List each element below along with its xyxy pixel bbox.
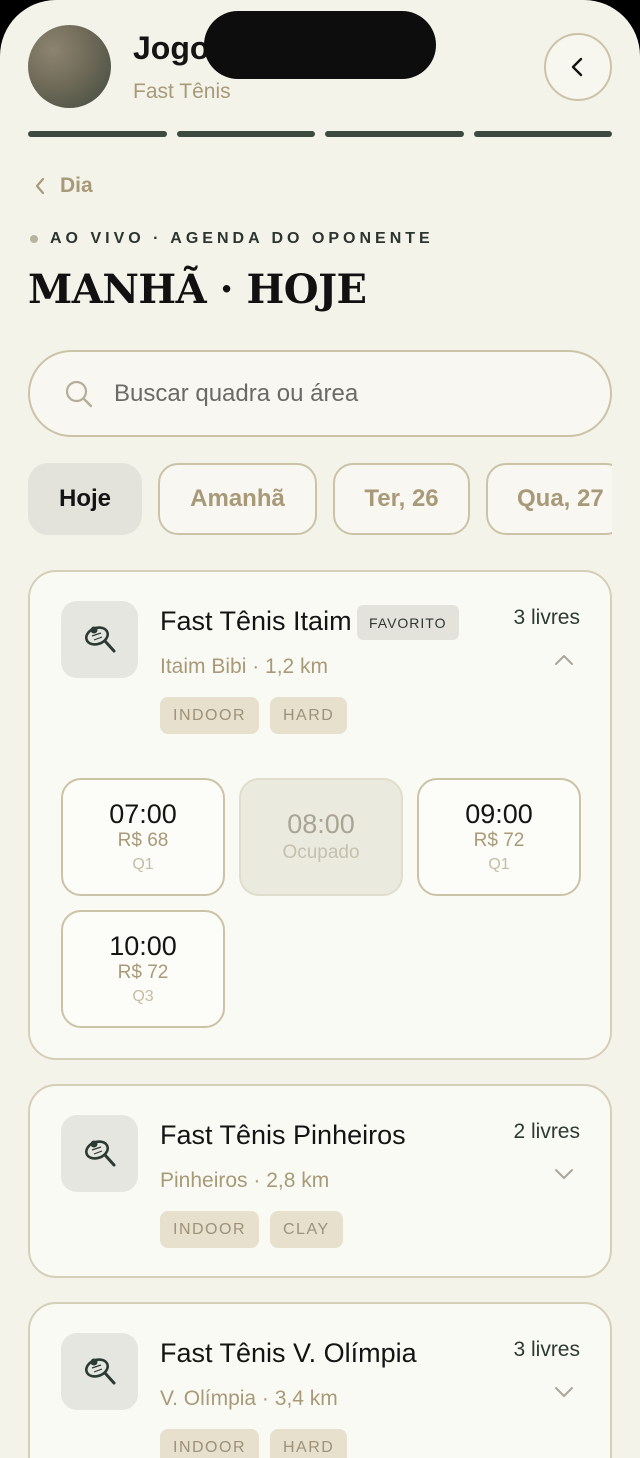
- tag-court-surface: HARD: [270, 1429, 348, 1458]
- tag-surface-type: INDOOR: [160, 1211, 259, 1248]
- venue-location: V. Olímpia · 3,4 km: [160, 1387, 338, 1410]
- chevron-down-icon[interactable]: [554, 1168, 574, 1180]
- chevron-up-icon[interactable]: [554, 654, 574, 666]
- tag-surface-type: INDOOR: [160, 697, 259, 734]
- chevron-left-icon: [571, 57, 583, 77]
- time-slot-occupied: 08:00 Ocupado: [239, 778, 403, 896]
- search-icon: [65, 380, 93, 407]
- tennis-racket-icon: [61, 601, 138, 678]
- step-progress: [28, 131, 612, 137]
- venue-location: Itaim Bibi · 1,2 km: [160, 655, 329, 678]
- slot-time: 07:00: [109, 798, 177, 829]
- tennis-racket-icon: [61, 1115, 138, 1192]
- header-subtitle: Fast Tênis: [133, 80, 231, 103]
- header-title: Jogo: [133, 30, 210, 66]
- venue-card-vila-olimpia[interactable]: Fast Tênis V. Olímpia V. Olímpia · 3,4 k…: [28, 1302, 612, 1458]
- venue-tags: INDOOR HARD: [160, 697, 348, 734]
- back-button[interactable]: [544, 33, 612, 101]
- time-slot[interactable]: 07:00 R$ 68 Q1: [61, 778, 225, 896]
- slot-price: R$ 72: [473, 830, 525, 852]
- back-to-day-link[interactable]: Dia: [34, 174, 93, 198]
- tag-court-surface: CLAY: [270, 1211, 343, 1248]
- slot-court: Q1: [132, 856, 154, 874]
- slot-time: 10:00: [109, 930, 177, 961]
- camera-notch: [204, 11, 436, 79]
- progress-step: [473, 131, 612, 137]
- day-selector: Hoje Amanhã Ter, 26 Qua, 27: [28, 463, 612, 535]
- progress-step: [28, 131, 167, 137]
- day-chip-ter[interactable]: Ter, 26: [333, 463, 470, 535]
- chevron-left-icon: [35, 177, 45, 195]
- free-slots-count: 2 livres: [513, 1120, 580, 1143]
- slot-court: Q1: [488, 856, 510, 874]
- avatar[interactable]: [28, 25, 111, 108]
- search-bar[interactable]: [28, 350, 612, 437]
- venue-card-pinheiros[interactable]: Fast Tênis Pinheiros Pinheiros · 2,8 km …: [28, 1084, 612, 1278]
- venue-tags: INDOOR HARD: [160, 1429, 348, 1458]
- progress-step: [325, 131, 464, 137]
- tennis-racket-icon: [61, 1333, 138, 1410]
- slot-price: R$ 68: [117, 830, 169, 852]
- venue-card-itaim[interactable]: Fast Tênis Itaim FAVORITO Itaim Bibi · 1…: [28, 570, 612, 1060]
- live-eyebrow: AO VIVO · AGENDA DO OPONENTE: [30, 230, 434, 248]
- day-chip-hoje[interactable]: Hoje: [28, 463, 142, 535]
- free-slots-count: 3 livres: [513, 606, 580, 629]
- eyebrow-text: AO VIVO · AGENDA DO OPONENTE: [50, 230, 434, 247]
- search-input[interactable]: [114, 379, 554, 408]
- time-slot[interactable]: 09:00 R$ 72 Q1: [417, 778, 581, 896]
- chevron-down-icon[interactable]: [554, 1386, 574, 1398]
- slot-court: Q3: [132, 988, 154, 1006]
- venue-location: Pinheiros · 2,8 km: [160, 1169, 330, 1192]
- day-chip-qua[interactable]: Qua, 27: [486, 463, 612, 535]
- app-screen: Jogo Fast Tênis Dia AO VIVO · AGENDA DO …: [0, 0, 640, 1458]
- slot-time: 09:00: [465, 798, 533, 829]
- slot-time: 08:00: [287, 808, 355, 839]
- free-slots-count: 3 livres: [513, 1338, 580, 1361]
- venue-name: Fast Tênis V. Olímpia: [160, 1338, 417, 1368]
- back-link-label: Dia: [60, 174, 93, 197]
- time-slot[interactable]: 10:00 R$ 72 Q3: [61, 910, 225, 1028]
- live-dot-icon: [30, 235, 38, 243]
- venue-tags: INDOOR CLAY: [160, 1211, 343, 1248]
- day-chip-amanha[interactable]: Amanhã: [158, 463, 317, 535]
- favorite-badge: FAVORITO: [357, 605, 459, 640]
- tag-court-surface: HARD: [270, 697, 348, 734]
- venue-name: Fast Tênis Pinheiros: [160, 1120, 406, 1150]
- page-title: MANHÃ · HOJE: [28, 266, 367, 313]
- slot-status: Ocupado: [282, 842, 360, 864]
- progress-step: [176, 131, 315, 137]
- slot-price: R$ 72: [117, 962, 169, 984]
- venue-name: Fast Tênis Itaim: [160, 606, 352, 636]
- tag-surface-type: INDOOR: [160, 1429, 259, 1458]
